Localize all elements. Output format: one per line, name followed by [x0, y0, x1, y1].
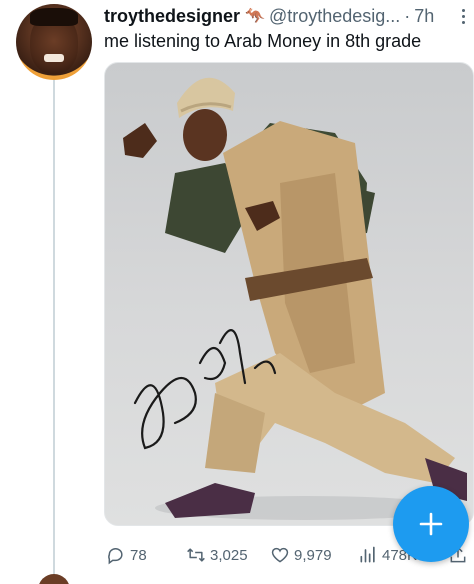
- heart-icon: [271, 547, 289, 563]
- thread-line: [53, 80, 55, 584]
- tweet-text: me listening to Arab Money in 8th grade: [104, 31, 422, 51]
- views-icon: [360, 546, 375, 563]
- separator-dot: ·: [404, 5, 411, 26]
- avatar-mouth: [44, 54, 64, 62]
- verified-emoji-icon: 🦘: [245, 8, 265, 25]
- avatar-hair: [30, 8, 78, 26]
- display-name[interactable]: troythedesigner: [104, 6, 240, 27]
- next-tweet-avatar[interactable]: [38, 574, 70, 584]
- retweet-count: 3,025: [210, 546, 248, 564]
- tweet-image[interactable]: [104, 62, 474, 526]
- reply-button[interactable]: 78: [106, 545, 147, 565]
- avatar[interactable]: [16, 4, 92, 80]
- retweet-button[interactable]: 3,025: [186, 545, 248, 565]
- plus-icon: [419, 512, 443, 536]
- reply-icon: [108, 548, 123, 565]
- tweet-header: troythedesigner 🦘 @troythedesig... · 7h: [104, 4, 474, 28]
- like-count: 9,979: [294, 546, 332, 564]
- compose-button[interactable]: [393, 486, 469, 562]
- reply-count: 78: [130, 546, 147, 564]
- more-icon[interactable]: [456, 4, 470, 28]
- photo-illustration: [123, 77, 467, 520]
- timestamp[interactable]: 7h: [414, 6, 434, 27]
- user-handle[interactable]: @troythedesig...: [269, 6, 400, 27]
- retweet-icon: [187, 548, 205, 562]
- like-button[interactable]: 9,979: [270, 545, 332, 565]
